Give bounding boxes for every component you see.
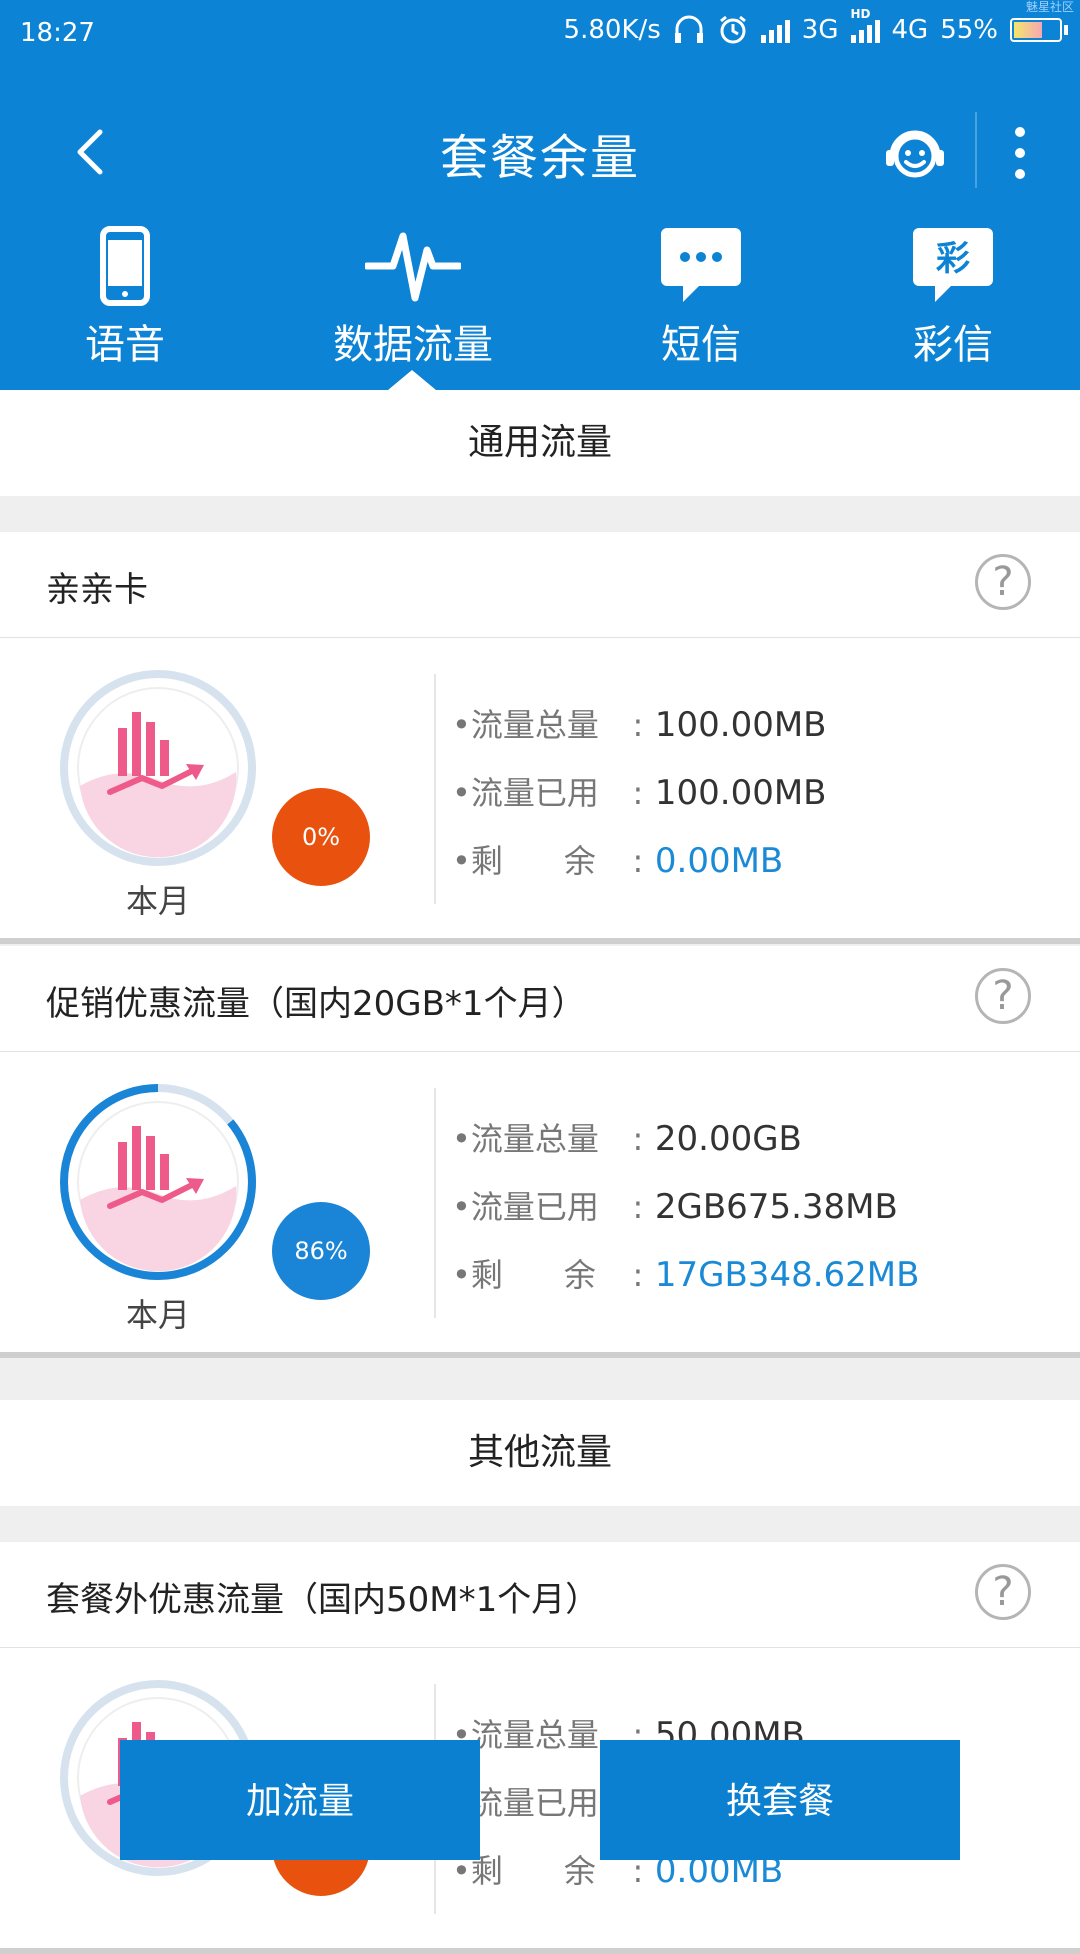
percent-badge: 0% — [272, 788, 370, 886]
stat-remain: •剩 余:0.00MB — [452, 836, 783, 896]
card-divider — [434, 674, 436, 904]
gauge-illustration-bar — [118, 1142, 127, 1190]
mms-glyph: 彩 — [936, 239, 970, 279]
card-header: 套餐外优惠流量（国内50M*1个月） ? — [0, 1542, 1080, 1648]
stat-label: 流量已用 — [470, 1784, 599, 1822]
card-header: 促销优惠流量（国内20GB*1个月） ? — [0, 946, 1080, 1052]
usage-gauge — [58, 668, 258, 868]
mms-icon: 彩 — [913, 228, 993, 302]
help-icon[interactable]: ? — [975, 968, 1031, 1024]
tab-voice[interactable]: 语音 — [0, 220, 260, 390]
headset-icon — [674, 15, 703, 43]
network-3g: 3G — [801, 15, 839, 45]
pulse-icon — [365, 232, 461, 302]
card-divider — [434, 1088, 436, 1318]
app-header: 18:27 魅星社区 5.80K/s 3G HD 4G 55% 套餐余量 语音 … — [0, 0, 1080, 390]
card-body: 本月 0% •流量总量:100.00MB •流量已用:100.00MB •剩 余… — [0, 638, 1080, 944]
percent-badge: 86% — [272, 1202, 370, 1300]
phone-icon — [100, 226, 150, 306]
add-data-button[interactable]: 加流量 — [120, 1740, 480, 1860]
gauge-svg — [60, 670, 256, 866]
stat-value: 17GB348.62MB — [654, 1255, 920, 1295]
stat-value: 0.00MB — [654, 841, 784, 881]
signal-icon — [760, 17, 790, 43]
stat-used: •流量已用:2GB675.38MB — [452, 1182, 898, 1242]
card-body: 本月 86% •流量总量:20.00GB •流量已用:2GB675.38MB •… — [0, 1052, 1080, 1358]
title-divider — [975, 112, 977, 188]
gauge-illustration-bar — [146, 722, 155, 776]
tab-sms[interactable]: 短信 — [566, 220, 836, 390]
alarm-icon — [719, 15, 746, 44]
period-label: 本月 — [125, 1296, 190, 1334]
tab-label: 短信 — [661, 322, 741, 368]
gauge-illustration-bar — [160, 740, 169, 776]
card-name: 亲亲卡 — [46, 570, 148, 610]
stat-total: •流量总量:20.00GB — [452, 1114, 802, 1174]
net-speed: 5.80K/s — [563, 15, 661, 45]
stat-value: 100.00MB — [654, 773, 827, 813]
card-header: 亲亲卡 ? — [0, 532, 1080, 638]
stat-remain: •剩 余:17GB348.62MB — [452, 1250, 919, 1310]
watermark-brand: 魅星社区 — [1025, 0, 1074, 14]
battery-icon — [1010, 18, 1068, 42]
gauge-illustration-bar — [132, 712, 141, 776]
stat-used: •流量已用:100.00MB — [452, 768, 827, 828]
stat-value: 2GB675.38MB — [654, 1187, 898, 1227]
period-label: 本月 — [125, 882, 190, 920]
tab-label: 彩信 — [913, 322, 993, 368]
tab-label: 数据流量 — [333, 322, 493, 368]
gauge-illustration-bar — [132, 1126, 141, 1190]
stat-label: 流量已用 — [470, 1188, 599, 1226]
tab-label: 语音 — [85, 322, 165, 368]
gauge-illustration-bar — [146, 1136, 155, 1190]
gauge-svg — [60, 1084, 256, 1280]
stat-label: 流量总量 — [470, 1716, 599, 1754]
stat-label: 剩 余 — [470, 1852, 596, 1890]
help-icon[interactable]: ? — [975, 1564, 1031, 1620]
tab-mms[interactable]: 彩 彩信 — [818, 220, 1080, 390]
stat-label: 流量总量 — [470, 1120, 599, 1158]
network-4g: 4G — [891, 15, 929, 45]
usage-gauge — [58, 1082, 258, 1282]
stat-label: 流量总量 — [470, 706, 599, 744]
hd-label: HD — [850, 7, 871, 21]
help-icon[interactable]: ? — [975, 554, 1031, 610]
active-tab-indicator — [388, 370, 436, 390]
tab-data[interactable]: 数据流量 — [278, 220, 548, 390]
status-bar: 18:27 魅星社区 5.80K/s 3G HD 4G 55% — [0, 0, 1080, 70]
stat-label: 剩 余 — [470, 842, 596, 880]
section-general: 通用流量 — [0, 390, 1080, 496]
tab-bar: 语音 数据流量 短信 彩 彩信 — [0, 220, 1080, 390]
stat-label: 剩 余 — [470, 1256, 596, 1294]
change-plan-button[interactable]: 换套餐 — [600, 1740, 960, 1860]
card-name: 促销优惠流量（国内20GB*1个月） — [46, 984, 586, 1024]
stat-label: 流量已用 — [470, 774, 599, 812]
status-icons: 5.80K/s 3G HD 4G 55% — [563, 7, 1068, 46]
gauge-illustration-bar — [160, 1154, 169, 1190]
customer-service-icon[interactable] — [882, 120, 948, 186]
gauge-illustration-bar — [118, 728, 127, 776]
more-vert-icon[interactable] — [1002, 120, 1038, 186]
title-bar: 套餐余量 — [0, 96, 1080, 206]
battery-percent: 55% — [940, 15, 998, 45]
status-time: 18:27 — [20, 18, 95, 48]
stat-total: •流量总量:100.00MB — [452, 700, 827, 760]
stat-value: 20.00GB — [654, 1119, 802, 1159]
section-other: 其他流量 — [0, 1400, 1080, 1506]
stat-value: 100.00MB — [654, 705, 827, 745]
card-name: 套餐外优惠流量（国内50M*1个月） — [46, 1580, 600, 1620]
sms-icon — [661, 228, 741, 302]
